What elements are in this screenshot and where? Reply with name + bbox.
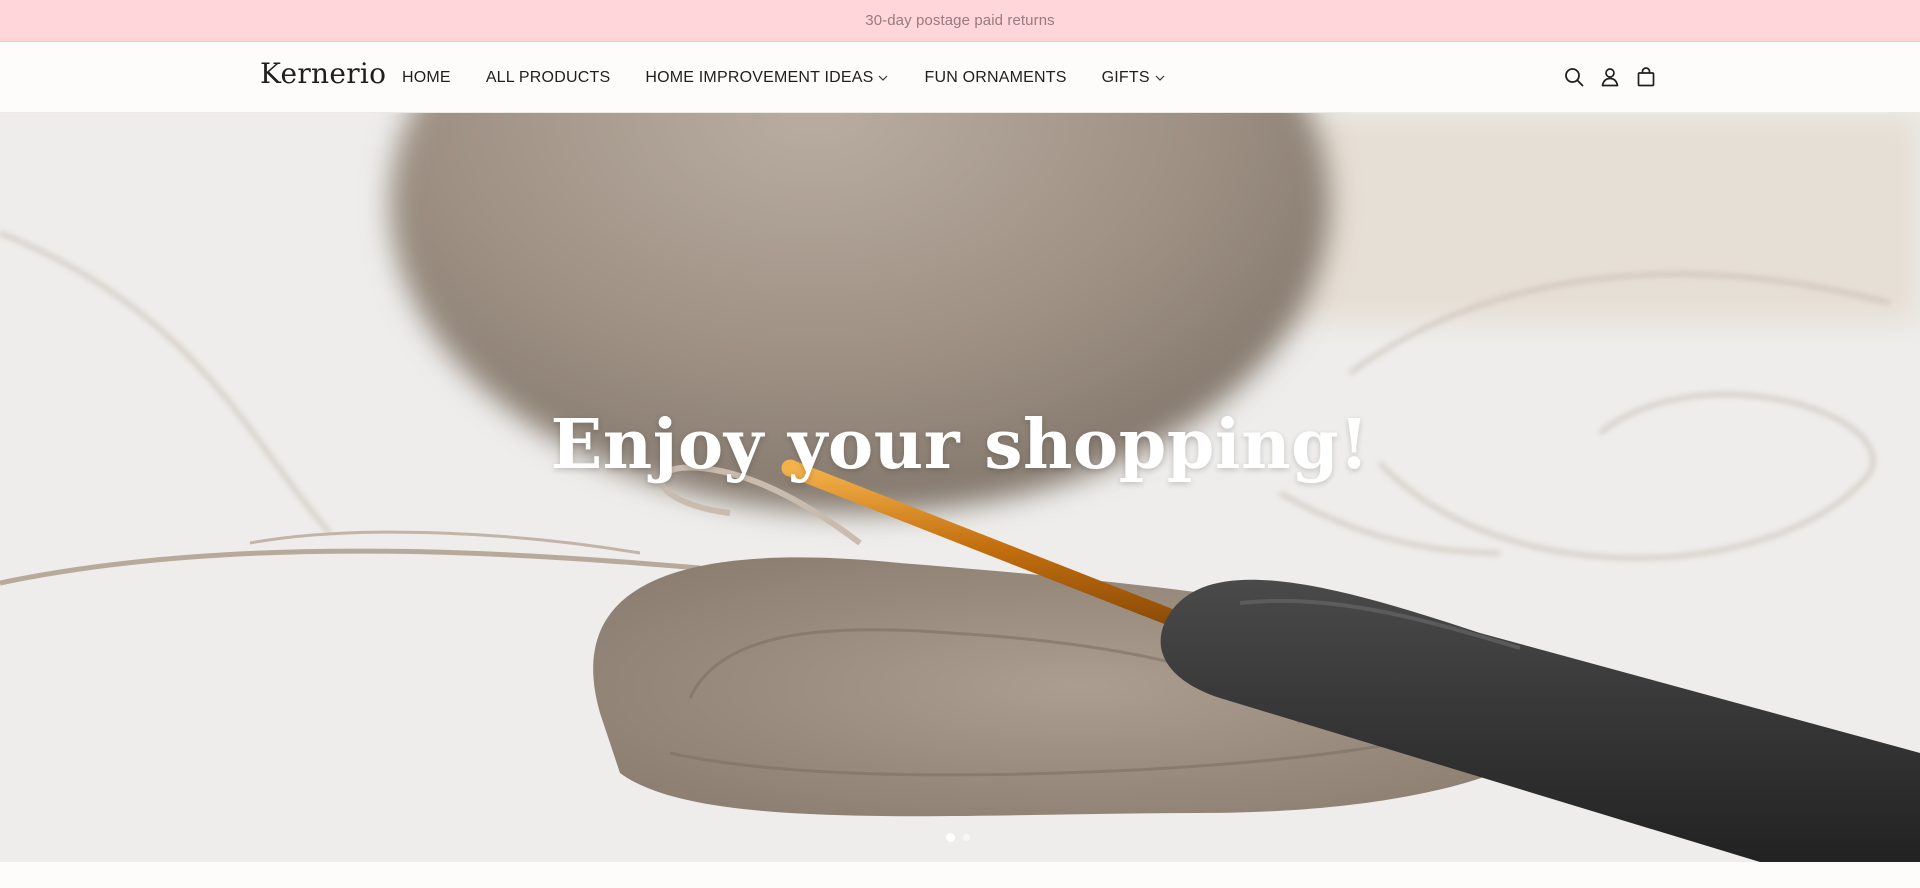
store-logo[interactable]: Kernerio (260, 57, 386, 90)
content-below-hero (0, 862, 1920, 888)
nav-item-home[interactable]: HOME (402, 69, 451, 87)
hero-title: Enjoy your shopping! (550, 405, 1370, 485)
account-icon[interactable] (1598, 65, 1622, 89)
nav-item-label: ALL PRODUCTS (485, 68, 611, 86)
announcement-bar: 30-day postage paid returns (0, 0, 1920, 42)
cart-icon[interactable] (1634, 65, 1658, 89)
chevron-down-icon (879, 75, 888, 81)
chevron-down-icon (1155, 75, 1165, 81)
nav-item-fun-ornaments[interactable]: FUN ORNAMENTS (924, 69, 1066, 87)
announcement-text: 30-day postage paid returns (865, 12, 1055, 29)
nav-item-label: GIFTS (1101, 68, 1150, 86)
header-icons (1562, 65, 1658, 89)
search-icon[interactable] (1562, 65, 1586, 89)
nav-item-gifts[interactable]: GIFTS (1102, 69, 1166, 87)
slide-dot-1[interactable] (946, 833, 955, 842)
nav-item-label: HOME (402, 68, 451, 86)
nav-item-label: FUN ORNAMENTS (924, 68, 1067, 86)
nav-item-label: HOME IMPROVEMENT IDEAS (645, 68, 874, 86)
hero-image (0, 113, 1920, 862)
main-nav: HOME ALL PRODUCTS HOME IMPROVEMENT IDEAS… (402, 42, 1166, 113)
nav-item-all-products[interactable]: ALL PRODUCTS (486, 69, 611, 87)
site-header: Kernerio HOME ALL PRODUCTS HOME IMPROVEM… (0, 42, 1920, 113)
hero-slideshow[interactable]: Enjoy your shopping! (0, 113, 1920, 862)
slider-dots (946, 833, 970, 842)
slide-dot-2[interactable] (963, 834, 970, 841)
nav-item-home-improvement-ideas[interactable]: HOME IMPROVEMENT IDEAS (645, 69, 889, 87)
